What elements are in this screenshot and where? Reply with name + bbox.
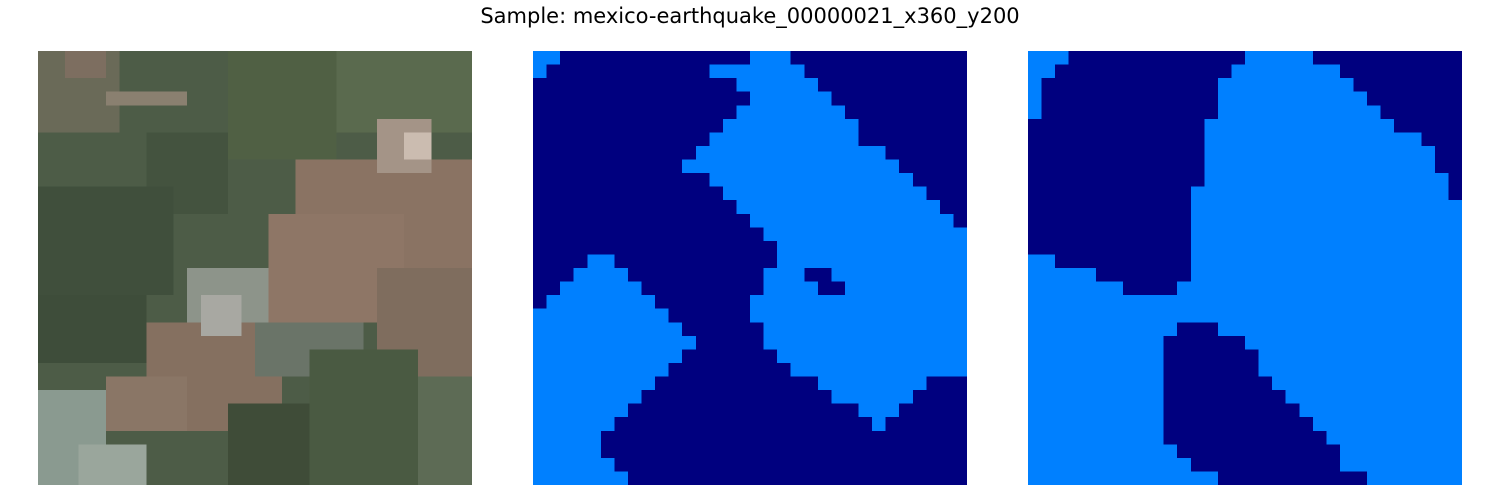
segmentation-mask-2 xyxy=(1028,51,1462,485)
segmentation-mask-1 xyxy=(533,51,967,485)
figure-title: Sample: mexico-earthquake_00000021_x360_… xyxy=(480,4,1020,28)
satellite-image-panel xyxy=(38,51,472,485)
segmentation-mask-1-panel xyxy=(533,51,967,485)
satellite-image xyxy=(38,51,472,485)
segmentation-mask-2-panel xyxy=(1028,51,1462,485)
